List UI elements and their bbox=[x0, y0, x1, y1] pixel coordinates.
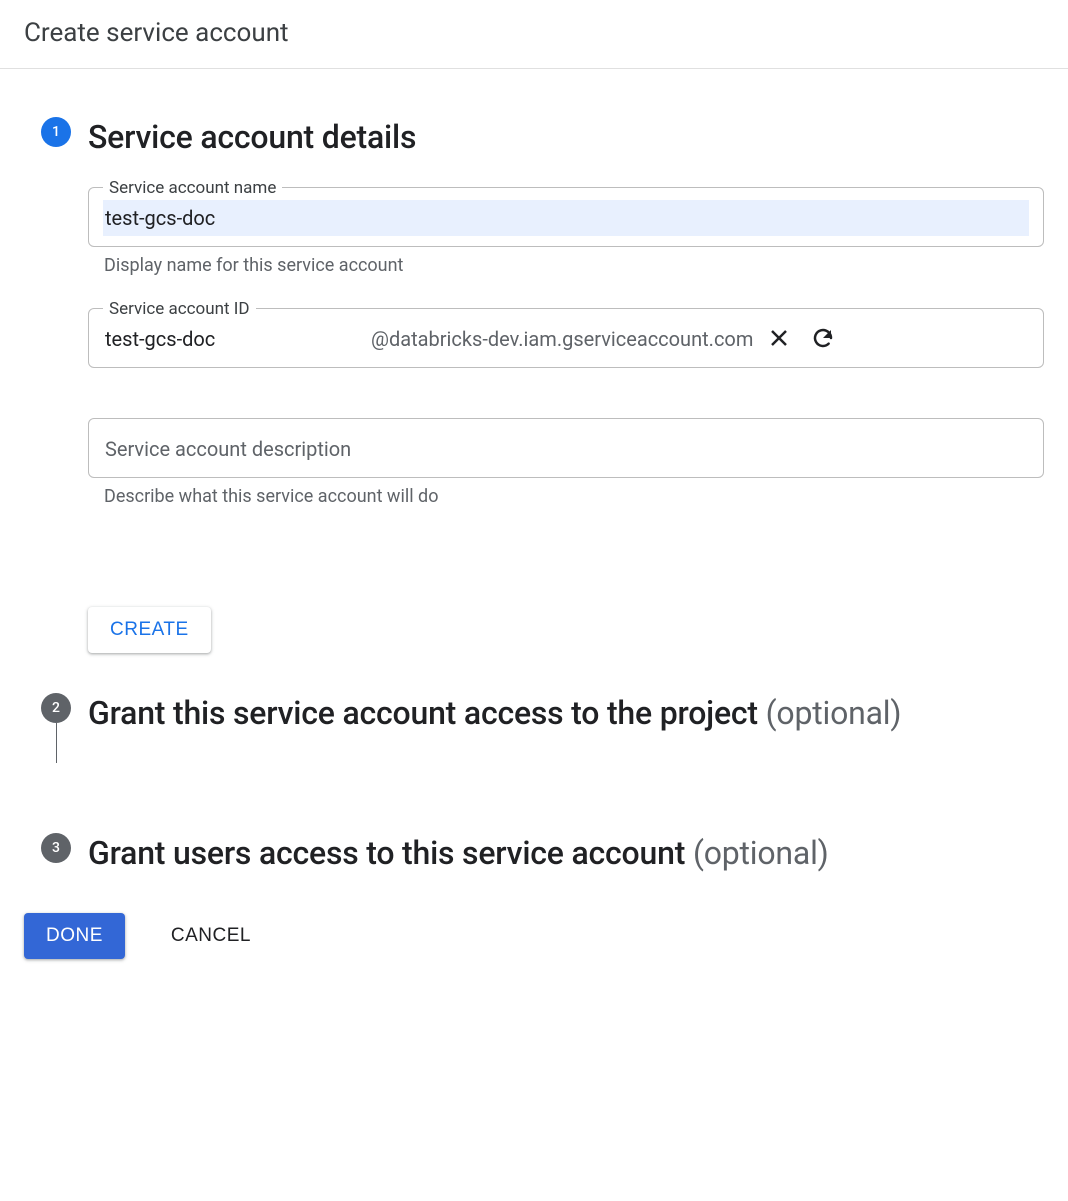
step-3-badge: 3 bbox=[41, 833, 71, 863]
service-account-id-label: Service account ID bbox=[103, 299, 256, 319]
service-account-name-input[interactable] bbox=[103, 200, 1029, 236]
step-2-heading-main: Grant this service account access to the… bbox=[88, 694, 758, 732]
step-1-badge: 1 bbox=[41, 117, 71, 147]
step-2-badge: 2 bbox=[41, 693, 71, 723]
create-button[interactable]: CREATE bbox=[88, 607, 211, 653]
step-3[interactable]: 3 Grant users access to this service acc… bbox=[24, 833, 1044, 873]
service-account-id-suffix: @databricks-dev.iam.gserviceaccount.com bbox=[371, 327, 753, 351]
service-account-description-input[interactable] bbox=[103, 431, 1029, 467]
step-2-heading: Grant this service account access to the… bbox=[88, 693, 1044, 733]
page-title: Create service account bbox=[0, 0, 1068, 69]
service-account-name-field: Service account name bbox=[88, 187, 1044, 247]
step-connector bbox=[56, 723, 57, 763]
service-account-id-field: Service account ID @databricks-dev.iam.g… bbox=[88, 308, 1044, 368]
clear-id-button[interactable] bbox=[761, 321, 797, 357]
step-3-heading-optional: (optional) bbox=[693, 834, 829, 872]
service-account-description-helper: Describe what this service account will … bbox=[88, 486, 1044, 507]
step-1-heading: Service account details bbox=[88, 117, 1044, 157]
service-account-name-label: Service account name bbox=[103, 178, 282, 198]
footer-actions: DONE CANCEL bbox=[24, 873, 1044, 959]
service-account-name-helper: Display name for this service account bbox=[88, 255, 1044, 276]
service-account-id-input[interactable] bbox=[103, 321, 363, 357]
close-icon bbox=[767, 326, 791, 353]
cancel-button[interactable]: CANCEL bbox=[165, 915, 257, 957]
refresh-icon bbox=[811, 326, 835, 353]
step-3-heading: Grant users access to this service accou… bbox=[88, 833, 1044, 873]
regenerate-id-button[interactable] bbox=[805, 321, 841, 357]
step-2[interactable]: 2 Grant this service account access to t… bbox=[24, 693, 1044, 833]
service-account-description-field bbox=[88, 418, 1044, 478]
step-1: 1 Service account details Service accoun… bbox=[24, 117, 1044, 693]
done-button[interactable]: DONE bbox=[24, 913, 125, 959]
step-3-heading-main: Grant users access to this service accou… bbox=[88, 834, 685, 872]
step-2-heading-optional: (optional) bbox=[766, 694, 902, 732]
